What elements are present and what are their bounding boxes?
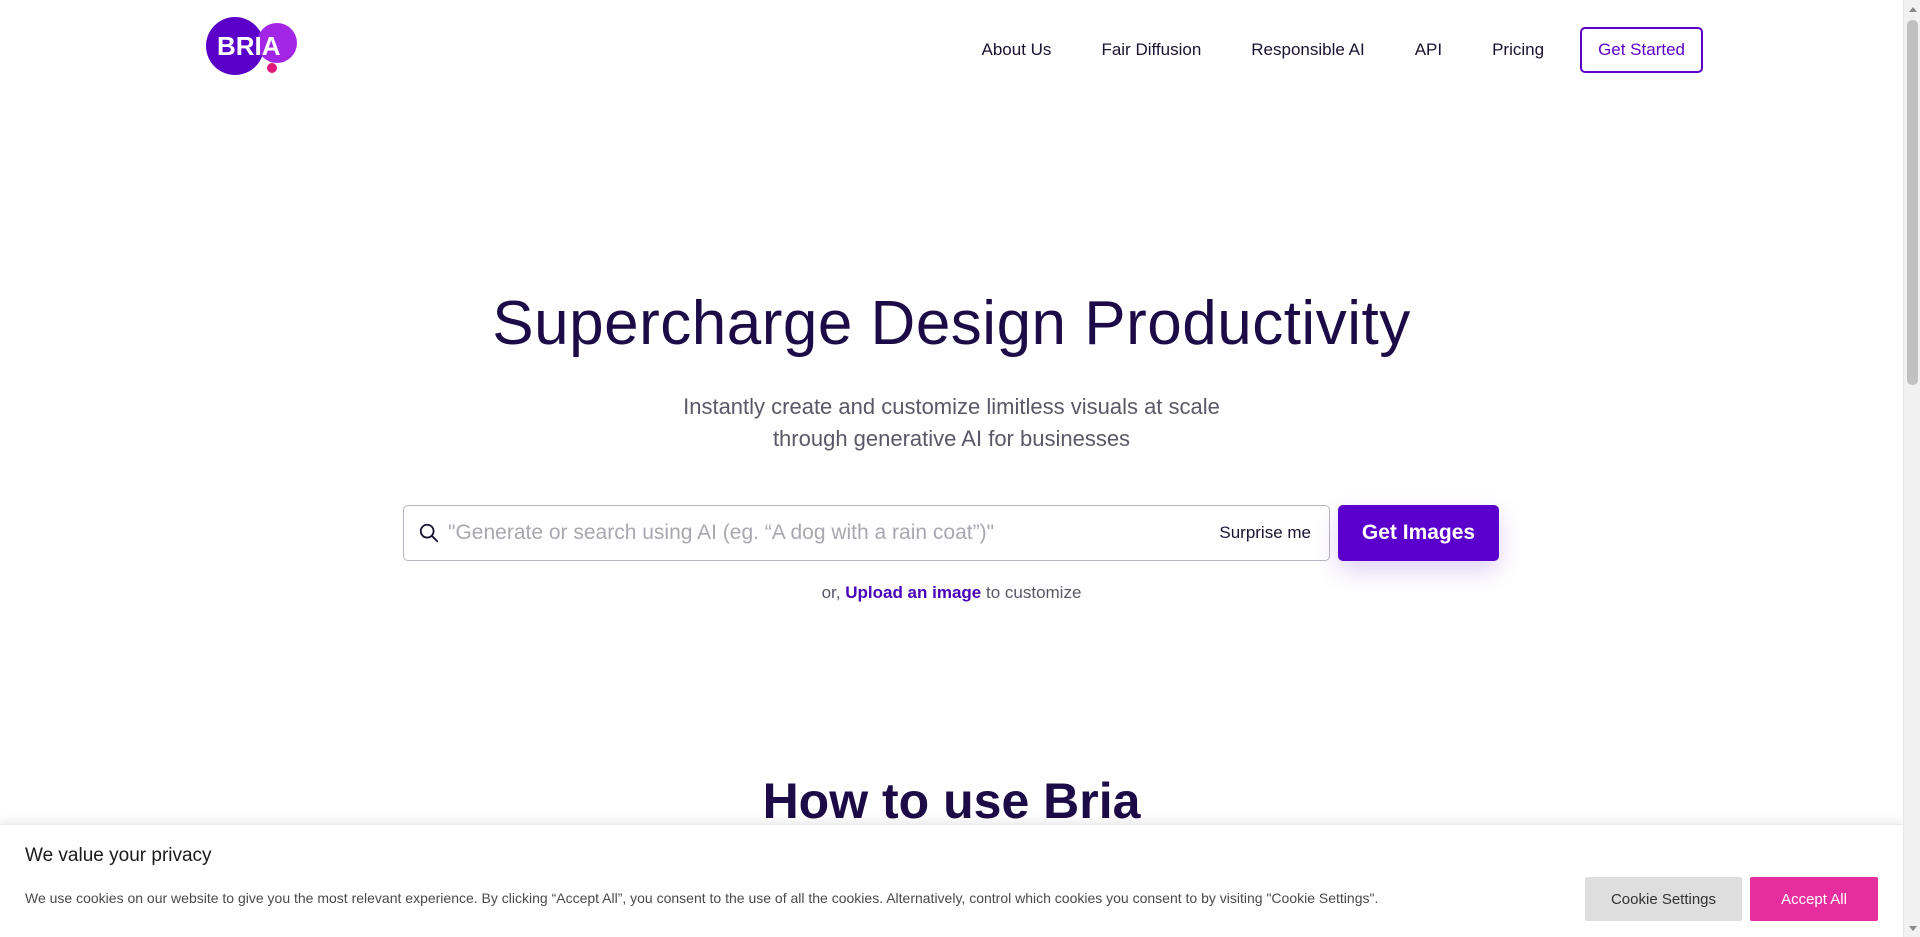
scroll-down-arrow-icon[interactable] <box>1904 920 1920 937</box>
get-started-button[interactable]: Get Started <box>1580 27 1703 73</box>
nav-fair-diffusion[interactable]: Fair Diffusion <box>1101 27 1201 73</box>
hero-subtitle-line-2: through generative AI for businesses <box>772 426 1131 451</box>
cookie-title: We value your privacy <box>25 845 212 866</box>
search-input[interactable] <box>448 513 1220 553</box>
upload-prefix: or, <box>821 583 841 602</box>
upload-suffix: to customize <box>985 583 1082 602</box>
cookie-text: We use cookies on our website to give yo… <box>25 890 1379 906</box>
nav-about-us[interactable]: About Us <box>982 27 1052 73</box>
nav-api[interactable]: API <box>1415 27 1442 73</box>
logo-mark-icon: BRIA <box>206 17 297 75</box>
cookie-banner: We value your privacy We use cookies on … <box>0 824 1903 937</box>
scrollbar-thumb[interactable] <box>1907 20 1918 385</box>
search-box: Surprise me <box>403 505 1330 561</box>
cookie-settings-button[interactable]: Cookie Settings <box>1585 877 1742 921</box>
hero-title: Supercharge Design Productivity <box>492 289 1411 358</box>
get-images-button[interactable]: Get Images <box>1338 505 1499 561</box>
bria-logo[interactable]: BRIA <box>205 16 300 76</box>
search-icon <box>419 523 439 543</box>
site-header: BRIA About Us Fair Diffusion Responsible… <box>0 0 1903 100</box>
page-scrollbar[interactable] <box>1903 0 1920 937</box>
upload-line: or, Upload an image to customize <box>0 583 1903 603</box>
hero-subtitle: Instantly create and customize limitless… <box>0 391 1903 455</box>
nav-pricing[interactable]: Pricing <box>1492 27 1544 73</box>
nav-responsible-ai[interactable]: Responsible AI <box>1251 27 1364 73</box>
surprise-me-button[interactable]: Surprise me <box>1219 523 1311 543</box>
hero-subtitle-line-1: Instantly create and customize limitless… <box>683 394 1220 419</box>
scroll-up-arrow-icon[interactable] <box>1904 0 1920 17</box>
logo-text: BRIA <box>217 31 281 61</box>
accept-all-button[interactable]: Accept All <box>1750 877 1878 921</box>
page: BRIA About Us Fair Diffusion Responsible… <box>0 0 1903 937</box>
upload-image-link[interactable]: Upload an image <box>845 583 981 602</box>
main-nav: About Us Fair Diffusion Responsible AI A… <box>982 27 1703 73</box>
how-to-use-title: How to use Bria <box>762 773 1141 829</box>
